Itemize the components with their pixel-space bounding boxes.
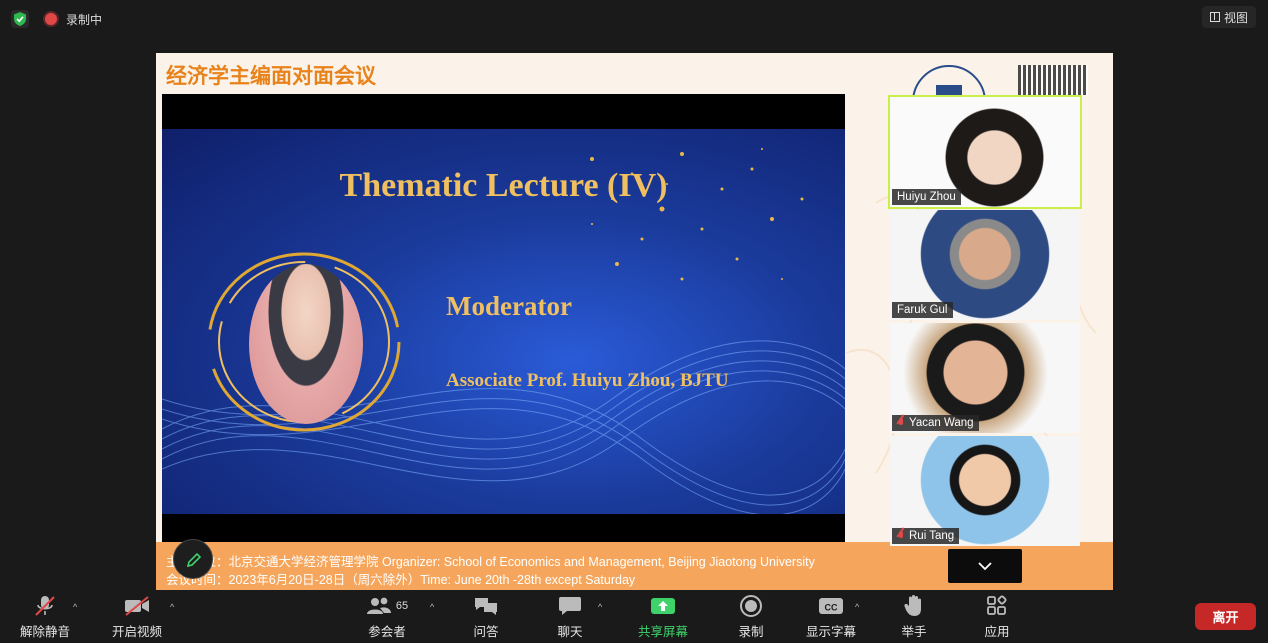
- captions-label: 显示字幕: [805, 625, 856, 639]
- chat-label: 聊天: [557, 625, 583, 639]
- participant-name: Yacan Wang: [909, 417, 974, 429]
- start-video-button[interactable]: 开启视频: [102, 594, 172, 640]
- record-icon: [740, 595, 762, 617]
- apps-label: 应用: [984, 625, 1010, 639]
- moderator-portrait: [249, 264, 363, 424]
- participants-label: 参会者: [368, 625, 406, 639]
- slide-role-label: Moderator: [446, 291, 572, 321]
- share-screen-label: 共享屏幕: [637, 625, 688, 639]
- participant-name-tag: Huiyu Zhou: [892, 189, 961, 205]
- view-button[interactable]: 视图: [1201, 6, 1256, 28]
- record-label: 录制: [738, 625, 764, 639]
- participants-options-caret-icon[interactable]: ^: [430, 602, 434, 612]
- qa-icon: [475, 598, 497, 615]
- slide-content: Thematic Lecture (IV) Moderator Associat…: [162, 129, 845, 514]
- chat-icon: [559, 597, 581, 615]
- qa-button[interactable]: 问答: [451, 594, 521, 640]
- shared-screen: 经济学主编面对面会议 Thematic Lecture (IV) Moderat…: [156, 53, 1113, 590]
- audio-options-caret-icon[interactable]: ^: [73, 602, 77, 612]
- presentation-slide: Thematic Lecture (IV) Moderator Associat…: [162, 94, 845, 549]
- muted-mic-icon: [35, 596, 55, 616]
- top-bar: 录制中 视图: [0, 0, 1268, 38]
- recording-indicator-icon[interactable]: [45, 13, 57, 25]
- qr-code: [1018, 65, 1088, 95]
- participant-tile[interactable]: Faruk Gul: [890, 210, 1080, 320]
- share-screen-icon: [651, 598, 675, 614]
- raise-hand-label: 举手: [901, 625, 927, 639]
- pen-icon: [186, 552, 202, 568]
- raise-hand-icon: [904, 595, 921, 616]
- recording-label[interactable]: 录制中: [66, 11, 102, 28]
- participant-name-tag: Faruk Gul: [892, 302, 953, 318]
- participants-button[interactable]: 65 参会者: [347, 594, 427, 640]
- muted-mic-icon: [897, 417, 905, 429]
- view-layout-icon: [1209, 12, 1220, 22]
- captions-icon: CC: [819, 598, 843, 614]
- leave-button[interactable]: 离开: [1195, 603, 1256, 630]
- slide-title: Thematic Lecture (IV): [339, 167, 668, 204]
- qa-label: 问答: [473, 625, 499, 639]
- participant-name-tag: Rui Tang: [892, 528, 960, 544]
- record-button[interactable]: 录制: [716, 594, 786, 640]
- start-video-label: 开启视频: [111, 625, 162, 639]
- apps-button[interactable]: 应用: [962, 594, 1032, 640]
- participant-name: Faruk Gul: [897, 304, 948, 316]
- slide-moderator-name: Associate Prof. Huiyu Zhou, BJTU: [446, 370, 729, 391]
- unmute-label: 解除静音: [19, 625, 70, 639]
- participant-name-tag: Yacan Wang: [892, 415, 979, 431]
- share-screen-button[interactable]: 共享屏幕: [628, 594, 698, 640]
- captions-button[interactable]: CC 显示字幕: [796, 594, 866, 640]
- participant-name: Rui Tang: [909, 530, 955, 542]
- captions-icon-text: CC: [825, 603, 838, 613]
- chat-options-caret-icon[interactable]: ^: [598, 602, 602, 612]
- participants-count: 65: [395, 600, 409, 612]
- participant-tile[interactable]: Yacan Wang: [890, 323, 1080, 433]
- chevron-down-icon: [978, 562, 992, 571]
- participant-tile[interactable]: Rui Tang: [890, 436, 1080, 546]
- footer-organizer: 主办单位：北京交通大学经济管理学院 Organizer: School of E…: [166, 555, 815, 569]
- security-shield-icon[interactable]: [11, 10, 29, 28]
- chat-button[interactable]: 聊天: [535, 594, 605, 640]
- participant-name: Huiyu Zhou: [897, 191, 956, 203]
- captions-options-caret-icon[interactable]: ^: [855, 602, 859, 612]
- participants-icon: [366, 597, 391, 614]
- view-button-label: 视图: [1223, 10, 1248, 25]
- video-off-icon: [125, 596, 149, 616]
- annotate-pen-button[interactable]: [173, 539, 213, 579]
- meeting-toolbar: 解除静音 ^ 开启视频 ^ 65 参会者 ^ 问答 聊天 ^ 共享屏幕 录制 C…: [0, 590, 1268, 643]
- raise-hand-button[interactable]: 举手: [879, 594, 949, 640]
- apps-icon: [987, 595, 1007, 615]
- video-options-caret-icon[interactable]: ^: [170, 602, 174, 612]
- footer-time: 会议时间：2023年6月20日-28日（周六除外）Time: June 20th…: [166, 573, 636, 587]
- expand-gallery-button[interactable]: [948, 549, 1022, 583]
- unmute-button[interactable]: 解除静音: [10, 594, 80, 640]
- participant-tile[interactable]: Huiyu Zhou: [888, 95, 1082, 209]
- conference-title: 经济学主编面对面会议: [166, 64, 376, 88]
- muted-mic-icon: [897, 530, 905, 542]
